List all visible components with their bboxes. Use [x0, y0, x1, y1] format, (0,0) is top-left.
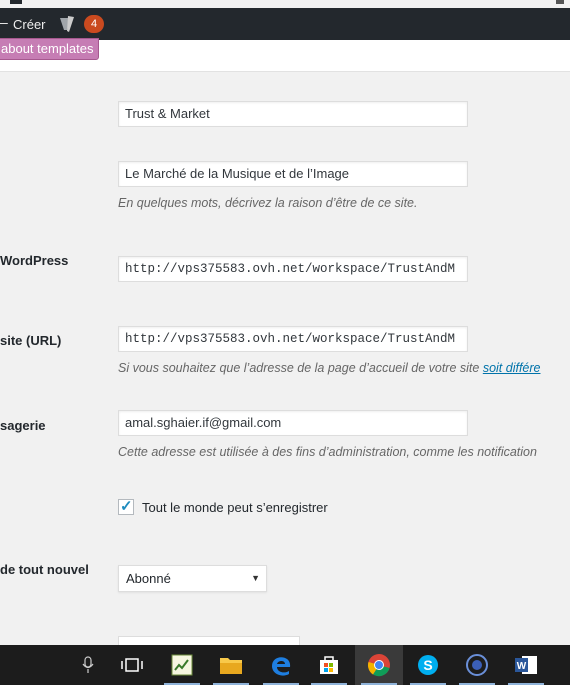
- file-explorer-icon[interactable]: [207, 645, 255, 685]
- svg-text:W: W: [517, 661, 527, 672]
- new-content-link[interactable]: Créer: [13, 17, 46, 32]
- tagline-input[interactable]: Le Marché de la Musique et de l’Image: [118, 161, 468, 187]
- checkmark-icon: ✓: [120, 498, 133, 515]
- site-address-label: site (URL): [0, 333, 62, 348]
- tagline-description: En quelques mots, décrivez la raison d’ê…: [118, 196, 418, 210]
- yoast-seo-icon[interactable]: [58, 14, 78, 34]
- plus-icon[interactable]: –: [0, 14, 8, 30]
- wordpress-address-label: WordPress: [0, 253, 69, 268]
- site-address-input[interactable]: http://vps375583.ovh.net/workspace/Trust…: [118, 326, 468, 352]
- cropped-icon-right: [556, 0, 564, 4]
- site-address-description-text: Si vous souhaitez que l’adresse de la pa…: [118, 361, 483, 375]
- about-templates-button[interactable]: about templates: [0, 38, 99, 60]
- site-address-description: Si vous souhaitez que l’adresse de la pa…: [118, 361, 540, 375]
- default-role-label: de tout nouvel: [0, 562, 89, 577]
- edge-icon[interactable]: [257, 645, 305, 685]
- windows-taskbar: S W: [0, 645, 570, 685]
- tasks-app-icon[interactable]: [158, 645, 206, 685]
- default-role-select[interactable]: Abonné ▼: [118, 565, 267, 592]
- membership-checkbox[interactable]: ✓: [118, 498, 134, 515]
- notice-bar: about templates: [0, 38, 570, 72]
- dropdown-arrow-icon: ▼: [251, 573, 260, 583]
- site-address-link[interactable]: soit différe: [483, 361, 541, 375]
- top-strip: [0, 0, 570, 8]
- default-role-value: Abonné: [126, 571, 171, 586]
- membership-label: Tout le monde peut s’enregistrer: [142, 500, 328, 515]
- site-title-input[interactable]: Trust & Market: [118, 101, 468, 127]
- admin-email-label: sagerie: [0, 418, 46, 433]
- notification-badge[interactable]: 4: [84, 15, 104, 33]
- cropped-icon: [10, 0, 22, 4]
- admin-email-description: Cette adresse est utilisée à des fins d’…: [118, 445, 537, 459]
- wordpress-address-input[interactable]: http://vps375583.ovh.net/workspace/Trust…: [118, 256, 468, 282]
- app-icon[interactable]: [453, 645, 501, 685]
- task-view-icon[interactable]: [108, 645, 156, 685]
- store-icon[interactable]: [305, 645, 353, 685]
- admin-email-input[interactable]: amal.sghaier.if@gmail.com: [118, 410, 468, 436]
- admin-bar: – Créer 4: [0, 8, 570, 40]
- svg-text:S: S: [423, 657, 432, 673]
- chrome-icon[interactable]: [355, 645, 403, 685]
- skype-icon[interactable]: S: [404, 645, 452, 685]
- microphone-icon[interactable]: [64, 645, 112, 685]
- word-icon[interactable]: W: [502, 645, 550, 685]
